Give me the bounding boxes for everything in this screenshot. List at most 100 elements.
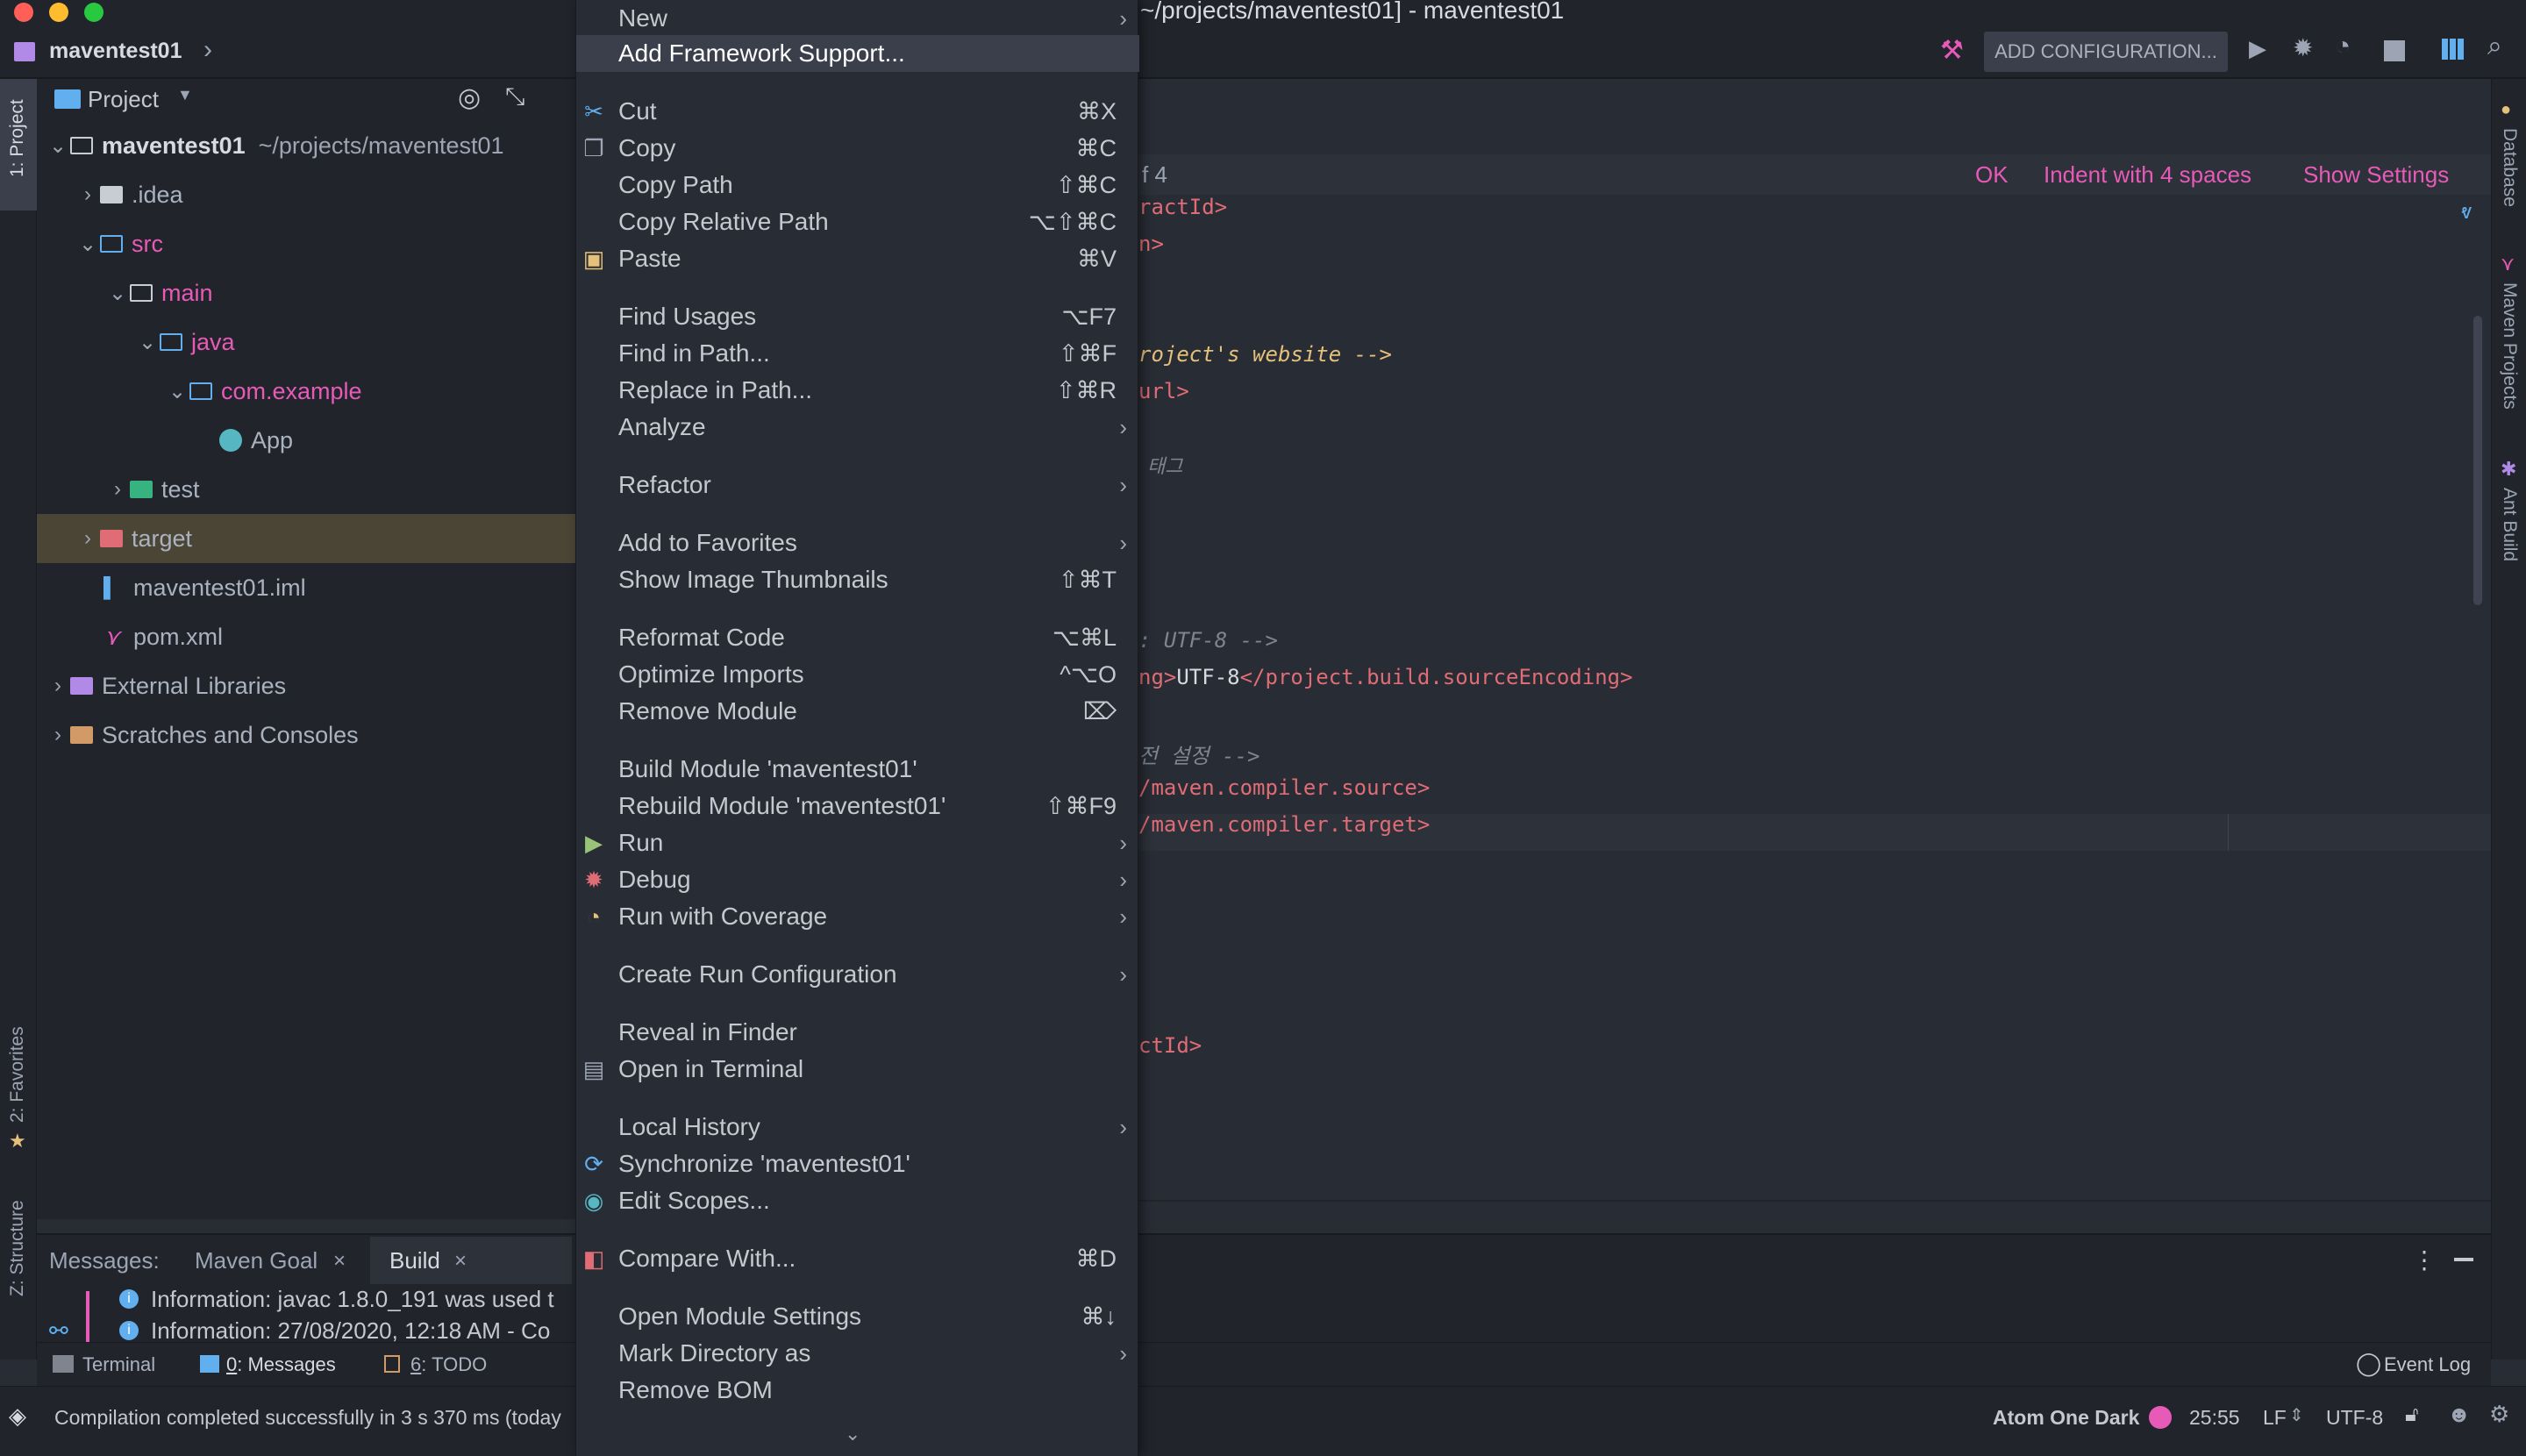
menu-item-copy-path[interactable]: Copy Path ⇧⌘C <box>576 167 1139 203</box>
tree-node-java[interactable]: ⌄ java <box>37 318 575 367</box>
cursor-position[interactable]: 25:55 <box>2189 1406 2240 1430</box>
tree-node-pom[interactable]: ⋎ pom.xml <box>37 612 575 661</box>
menu-item-analyze[interactable]: Analyze › <box>576 409 1139 446</box>
ant-build-tab[interactable]: Ant Build <box>2499 488 2520 561</box>
menu-item-edit-scopes[interactable]: ◉ Edit Scopes... <box>576 1182 1139 1219</box>
tree-node-test[interactable]: › test <box>37 465 575 514</box>
tab-maven-goal[interactable]: Maven Goal <box>195 1247 318 1274</box>
chevron-down-icon[interactable]: ⌄ <box>105 281 130 306</box>
database-tab[interactable]: Database <box>2499 128 2520 207</box>
tab-build[interactable]: Build <box>389 1247 440 1274</box>
menu-item-synchronize[interactable]: ⟳ Synchronize 'maventest01' <box>576 1146 1139 1182</box>
search-icon[interactable]: ⌕ <box>2487 32 2502 61</box>
message-line[interactable]: Information: 27/08/2020, 12:18 AM - Co <box>151 1317 550 1345</box>
menu-item-remove-module[interactable]: Remove Module ⌦ <box>576 693 1139 730</box>
tree-node-app[interactable]: App <box>37 416 575 465</box>
tree-node-root[interactable]: ⌄ maventest01 ~/projects/maventest01 <box>37 121 575 170</box>
tree-node-target[interactable]: › target <box>37 514 575 563</box>
menu-item-reformat-code[interactable]: Reformat Code ⌥⌘L <box>576 619 1139 656</box>
menu-item-create-run-configuration[interactable]: Create Run Configuration › <box>576 956 1139 993</box>
chevron-right-icon[interactable]: › <box>105 477 130 502</box>
layers-icon[interactable]: ◈ <box>9 1402 26 1430</box>
menu-item-refactor[interactable]: Refactor › <box>576 467 1139 503</box>
editor-scrollbar[interactable] <box>2473 316 2482 605</box>
project-tab-label[interactable]: 1: Project <box>7 99 28 177</box>
menu-item-optimize-imports[interactable]: Optimize Imports ^⌥O <box>576 656 1139 693</box>
close-icon[interactable]: × <box>333 1249 346 1274</box>
close-icon[interactable]: × <box>454 1249 467 1274</box>
tree-node-src[interactable]: ⌄ src <box>37 219 575 268</box>
menu-item-remove-bom[interactable]: Remove BOM <box>576 1372 1139 1409</box>
menu-scroll-down-icon[interactable]: ⌄ <box>845 1423 860 1445</box>
tab-messages[interactable]: 0: Messages <box>226 1353 336 1376</box>
lock-icon[interactable]: 🔓︎ <box>2405 1402 2419 1427</box>
menu-item-local-history[interactable]: Local History › <box>576 1109 1139 1146</box>
favorites-tab-label[interactable]: 2: Favorites <box>7 1026 28 1123</box>
breadcrumb[interactable]: maventest01 <box>49 39 182 64</box>
chevron-right-icon[interactable]: › <box>46 674 70 698</box>
project-structure-icon[interactable] <box>2442 39 2465 60</box>
tree-node-main[interactable]: ⌄ main <box>37 268 575 318</box>
close-window-button[interactable] <box>14 3 33 22</box>
menu-item-new[interactable]: New › <box>576 0 1139 37</box>
menu-item-open-module-settings[interactable]: Open Module Settings ⌘↓ <box>576 1298 1139 1335</box>
menu-item-find-usages[interactable]: Find Usages ⌥F7 <box>576 298 1139 335</box>
chevron-down-icon[interactable]: ⌄ <box>165 379 189 404</box>
locate-target-icon[interactable]: ◎ <box>458 82 481 113</box>
file-encoding[interactable]: UTF-8 <box>2326 1406 2383 1430</box>
maven-projects-tab[interactable]: Maven Projects <box>2499 282 2520 410</box>
project-view-selector[interactable]: Project <box>88 86 159 113</box>
build-hammer-icon[interactable]: ⚒ <box>1940 35 1964 66</box>
coverage-icon[interactable]: ◔ <box>2335 32 2351 61</box>
chevron-right-icon[interactable]: › <box>75 526 100 551</box>
menu-item-reveal-in-finder[interactable]: Reveal in Finder <box>576 1014 1139 1051</box>
menu-item-find-in-path[interactable]: Find in Path... ⇧⌘F <box>576 335 1139 372</box>
tree-node-package[interactable]: ⌄ com.example <box>37 367 575 416</box>
inspection-icon[interactable]: ⱴ <box>2461 200 2472 225</box>
menu-item-replace-in-path[interactable]: Replace in Path... ⇧⌘R <box>576 372 1139 409</box>
menu-item-copy-relative-path[interactable]: Copy Relative Path ⌥⇧⌘C <box>576 203 1139 240</box>
menu-item-open-in-terminal[interactable]: ▤ Open in Terminal <box>576 1051 1139 1088</box>
theme-name[interactable]: Atom One Dark <box>1993 1406 2139 1430</box>
menu-item-paste[interactable]: ▣ Paste ⌘V <box>576 240 1139 277</box>
notification-ok-link[interactable]: OK <box>1975 161 2009 189</box>
tree-node-external-libraries[interactable]: › External Libraries <box>37 661 575 710</box>
tab-event-log[interactable]: Event Log <box>2384 1353 2471 1376</box>
debug-icon[interactable]: ✹ <box>2293 33 2313 62</box>
minimize-panel-icon[interactable] <box>2454 1258 2473 1261</box>
menu-item-add-to-favorites[interactable]: Add to Favorites › <box>576 525 1139 561</box>
tree-node-idea[interactable]: › .idea <box>37 170 575 219</box>
inspector-icon[interactable]: ☻ <box>2447 1401 2471 1428</box>
menu-item-cut[interactable]: ✂ Cut ⌘X <box>576 93 1139 130</box>
chevron-right-icon[interactable]: › <box>75 182 100 207</box>
collapse-all-icon[interactable]: ⤡ <box>505 82 524 111</box>
tree-node-scratches[interactable]: › Scratches and Consoles <box>37 710 575 760</box>
indent-with-spaces-link[interactable]: Indent with 4 spaces <box>2044 161 2251 189</box>
run-icon[interactable]: ▶ <box>2249 35 2266 62</box>
structure-tab-label[interactable]: Z: Structure <box>7 1200 28 1296</box>
link-icon[interactable]: ⚯ <box>49 1317 68 1345</box>
menu-item-run[interactable]: ▶ Run › <box>576 824 1139 861</box>
menu-item-build-module[interactable]: Build Module 'maventest01' <box>576 751 1139 788</box>
menu-item-compare-with[interactable]: ◧ Compare With... ⌘D <box>576 1240 1139 1277</box>
menu-item-debug[interactable]: ✹ Debug › <box>576 861 1139 898</box>
zoom-window-button[interactable] <box>84 3 103 22</box>
menu-item-run-with-coverage[interactable]: ◔ Run with Coverage › <box>576 898 1139 935</box>
message-line[interactable]: Information: javac 1.8.0_191 was used t <box>151 1286 554 1313</box>
menu-item-add-framework-support[interactable]: Add Framework Support... <box>576 35 1139 72</box>
show-settings-link[interactable]: Show Settings <box>2303 161 2449 189</box>
stop-icon[interactable] <box>2384 40 2405 61</box>
minimize-window-button[interactable] <box>49 3 68 22</box>
tree-node-iml[interactable]: ▌ maventest01.iml <box>37 563 575 612</box>
menu-item-show-image-thumbnails[interactable]: Show Image Thumbnails ⇧⌘T <box>576 561 1139 598</box>
chevron-down-icon[interactable]: ⌄ <box>135 330 160 355</box>
chevron-down-icon[interactable]: ⌄ <box>75 232 100 257</box>
line-separator[interactable]: LF <box>2263 1406 2287 1430</box>
menu-item-rebuild-module[interactable]: Rebuild Module 'maventest01' ⇧⌘F9 <box>576 788 1139 824</box>
chevron-right-icon[interactable]: › <box>46 723 70 747</box>
tab-todo[interactable]: 6: TODO <box>410 1353 487 1376</box>
dropdown-arrow-icon[interactable]: ▼ <box>177 86 193 104</box>
tab-terminal[interactable]: Terminal <box>82 1353 155 1376</box>
run-configuration-dropdown[interactable]: ADD CONFIGURATION... <box>1984 32 2228 72</box>
more-options-icon[interactable]: ⋮ <box>2412 1245 2437 1274</box>
